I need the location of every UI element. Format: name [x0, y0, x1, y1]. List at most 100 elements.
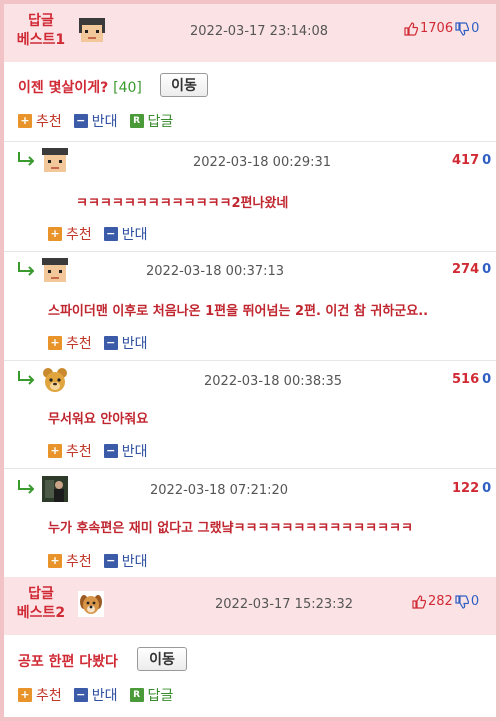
minus-icon: −	[73, 688, 88, 702]
oppose-label: 반대	[91, 688, 118, 704]
oppose-label: 반대	[121, 336, 148, 352]
post-title[interactable]: 공포 한편 다봤다	[18, 654, 118, 670]
reply-label: 답글	[147, 114, 174, 130]
plus-icon: +	[18, 688, 32, 702]
recommend-label: 추천	[66, 444, 92, 460]
minus-icon: −	[73, 114, 88, 128]
up-count: 282	[428, 594, 453, 609]
up-count: 417	[452, 153, 480, 168]
recommend-button[interactable]: + 추천	[18, 111, 62, 131]
oppose-button[interactable]: − 반대	[103, 551, 148, 571]
reply-icon: R	[129, 688, 144, 702]
timestamp: 2022-03-18 00:38:35	[204, 374, 343, 389]
reply-text: 무서워요 안아줘요	[48, 412, 149, 427]
thumbs-up-icon[interactable]	[412, 594, 426, 609]
post-title-link[interactable]: 이젠 몇살이게? [40]	[18, 77, 142, 97]
reply-actions: + 추천 − 반대	[48, 441, 160, 461]
reply-button[interactable]: R 답글	[129, 685, 174, 705]
recommend-label: 추천	[66, 336, 92, 352]
reply-actions: + 추천 − 반대	[48, 551, 160, 571]
reply-text: ㅋㅋㅋㅋㅋㅋㅋㅋㅋㅋㅋㅋㅋ2편나왔네	[76, 196, 289, 211]
down-count: 0	[482, 153, 492, 168]
divider	[4, 360, 496, 361]
reply-arrow-icon	[18, 152, 35, 166]
oppose-button[interactable]: − 반대	[103, 333, 148, 353]
oppose-button[interactable]: − 반대	[73, 111, 118, 131]
vote-counts: 1706 0	[404, 21, 479, 36]
down-count: 0	[482, 262, 492, 277]
reply-label: 답글	[147, 688, 174, 704]
oppose-button[interactable]: − 반대	[73, 685, 118, 705]
recommend-button[interactable]: + 추천	[48, 224, 92, 244]
oppose-button[interactable]: − 반대	[103, 224, 148, 244]
timestamp: 2022-03-17 23:14:08	[190, 24, 329, 39]
best2-label-line2: 베스트2	[16, 605, 66, 621]
reply-icon: R	[129, 114, 144, 128]
reply-votes: 516 0	[452, 372, 491, 387]
reply-button[interactable]: R 답글	[129, 111, 174, 131]
plus-icon: +	[48, 554, 62, 568]
reply-votes: 274 0	[452, 262, 491, 277]
down-count: 0	[470, 594, 480, 609]
avatar[interactable]	[42, 367, 68, 393]
minus-icon: −	[103, 444, 118, 458]
best1-label-line2: 베스트1	[16, 32, 66, 48]
avatar[interactable]	[42, 258, 68, 284]
down-count: 0	[482, 481, 492, 496]
reply-arrow-icon	[18, 371, 35, 385]
move-button[interactable]: 이동	[137, 647, 187, 671]
reply-arrow-icon	[18, 262, 35, 276]
avatar[interactable]	[79, 18, 105, 44]
recommend-button[interactable]: + 추천	[48, 441, 92, 461]
reply-actions: + 추천 − 반대	[48, 224, 160, 244]
recommend-button[interactable]: + 추천	[18, 685, 62, 705]
thumbs-up-icon[interactable]	[404, 21, 418, 36]
recommend-label: 추천	[36, 114, 62, 130]
post-title[interactable]: 이젠 몇살이게?	[18, 80, 108, 96]
reply-votes: 417 0	[452, 153, 491, 168]
oppose-label: 반대	[121, 444, 148, 460]
recommend-button[interactable]: + 추천	[48, 333, 92, 353]
oppose-label: 반대	[121, 227, 148, 243]
comment-count: [40]	[113, 80, 142, 96]
avatar[interactable]	[78, 591, 104, 617]
best1-actions: + 추천 − 반대 R 답글	[18, 111, 185, 131]
move-button[interactable]: 이동	[160, 73, 208, 97]
oppose-button[interactable]: − 반대	[103, 441, 148, 461]
recommend-button[interactable]: + 추천	[48, 551, 92, 571]
avatar[interactable]	[42, 476, 68, 502]
minus-icon: −	[103, 227, 118, 241]
reply-arrow-icon	[18, 480, 35, 494]
divider	[4, 468, 496, 469]
plus-icon: +	[48, 444, 62, 458]
divider	[4, 251, 496, 252]
up-count: 516	[452, 372, 480, 387]
post-title-link[interactable]: 공포 한편 다봤다	[18, 651, 118, 671]
down-count: 0	[471, 21, 480, 36]
best2-actions: + 추천 − 반대 R 답글	[18, 685, 185, 705]
up-count: 1706	[420, 21, 454, 36]
up-count: 122	[452, 481, 480, 496]
oppose-label: 반대	[121, 554, 148, 570]
timestamp: 2022-03-18 00:37:13	[146, 264, 285, 279]
reply-actions: + 추천 − 반대	[48, 333, 160, 353]
reply-text: 누가 후속편은 재미 없다고 그랬냨ㅋㅋㅋㅋㅋㅋㅋㅋㅋㅋㅋㅋㅋㅋㅋ	[48, 521, 413, 536]
oppose-label: 반대	[91, 114, 118, 130]
avatar[interactable]	[42, 148, 68, 174]
reply-votes: 122 0	[452, 481, 491, 496]
recommend-label: 추천	[66, 554, 92, 570]
down-count: 0	[482, 372, 492, 387]
up-count: 274	[452, 262, 480, 277]
thumbs-down-icon[interactable]	[455, 594, 469, 609]
timestamp: 2022-03-17 15:23:32	[215, 597, 354, 612]
thumbs-down-icon[interactable]	[455, 21, 470, 36]
plus-icon: +	[48, 336, 62, 350]
divider	[4, 141, 496, 142]
best2-label-line1: 답글	[28, 586, 54, 602]
recommend-label: 추천	[36, 688, 62, 704]
minus-icon: −	[103, 336, 118, 350]
plus-icon: +	[48, 227, 62, 241]
plus-icon: +	[18, 114, 32, 128]
minus-icon: −	[103, 554, 118, 568]
recommend-label: 추천	[66, 227, 92, 243]
